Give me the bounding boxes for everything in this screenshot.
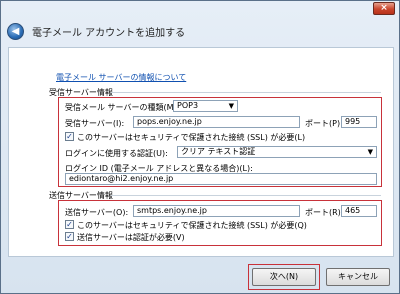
server-type-label: 受信メール サーバーの種類(M) [65, 103, 177, 112]
server-type-select[interactable]: POP3 ▼ [173, 100, 238, 112]
next-button[interactable]: 次へ(N) [252, 268, 316, 286]
incoming-port-label: ポート(P): [305, 119, 343, 128]
cancel-button[interactable]: キャンセル [326, 268, 390, 286]
login-id-input[interactable]: ediontaro@hi2.enjoy.ne.jp [65, 173, 377, 185]
close-icon: × [380, 3, 388, 13]
auth-method-value: クリア テキスト認証 [181, 147, 256, 156]
back-arrow-icon: ◀ [11, 26, 20, 37]
outgoing-divider [111, 195, 381, 196]
close-button[interactable]: × [373, 2, 395, 15]
incoming-ssl-checkbox[interactable]: ✓ [65, 132, 74, 141]
back-button[interactable]: ◀ [7, 23, 24, 40]
incoming-server-label: 受信サーバー(I): [65, 119, 125, 128]
dialog-title: 電子メール アカウントを追加する [32, 28, 186, 39]
incoming-divider [111, 92, 381, 93]
outgoing-auth-label: 送信サーバーは認証が必要(V) [77, 233, 185, 242]
incoming-port-input[interactable]: 995 [341, 116, 377, 128]
outgoing-ssl-label: このサーバーはセキュリティで保護された接続 (SSL) が必要(Q) [77, 221, 307, 230]
outgoing-ssl-checkbox[interactable]: ✓ [65, 220, 74, 229]
outgoing-port-input[interactable]: 465 [341, 205, 377, 217]
auth-method-label: ログインに使用する認証(U): [65, 149, 168, 158]
auth-method-select[interactable]: クリア テキスト認証 ▼ [177, 146, 377, 158]
chevron-down-icon: ▼ [367, 148, 373, 156]
chevron-down-icon: ▼ [228, 102, 234, 110]
server-type-value: POP3 [177, 101, 199, 110]
outgoing-server-label: 送信サーバー(O): [65, 208, 129, 217]
incoming-server-input[interactable]: pops.enjoy.ne.jp [133, 116, 300, 128]
dialog-window: × ◀ 電子メール アカウントを追加する 電子メール サーバーの情報について 受… [0, 0, 400, 294]
incoming-ssl-label: このサーバーはセキュリティで保護された接続 (SSL) が必要(L) [77, 133, 306, 142]
server-info-link[interactable]: 電子メール サーバーの情報について [56, 72, 186, 83]
outgoing-auth-checkbox[interactable]: ✓ [65, 232, 74, 241]
outgoing-port-label: ポート(R): [305, 208, 344, 217]
outgoing-server-input[interactable]: smtps.enjoy.ne.jp [133, 205, 300, 217]
